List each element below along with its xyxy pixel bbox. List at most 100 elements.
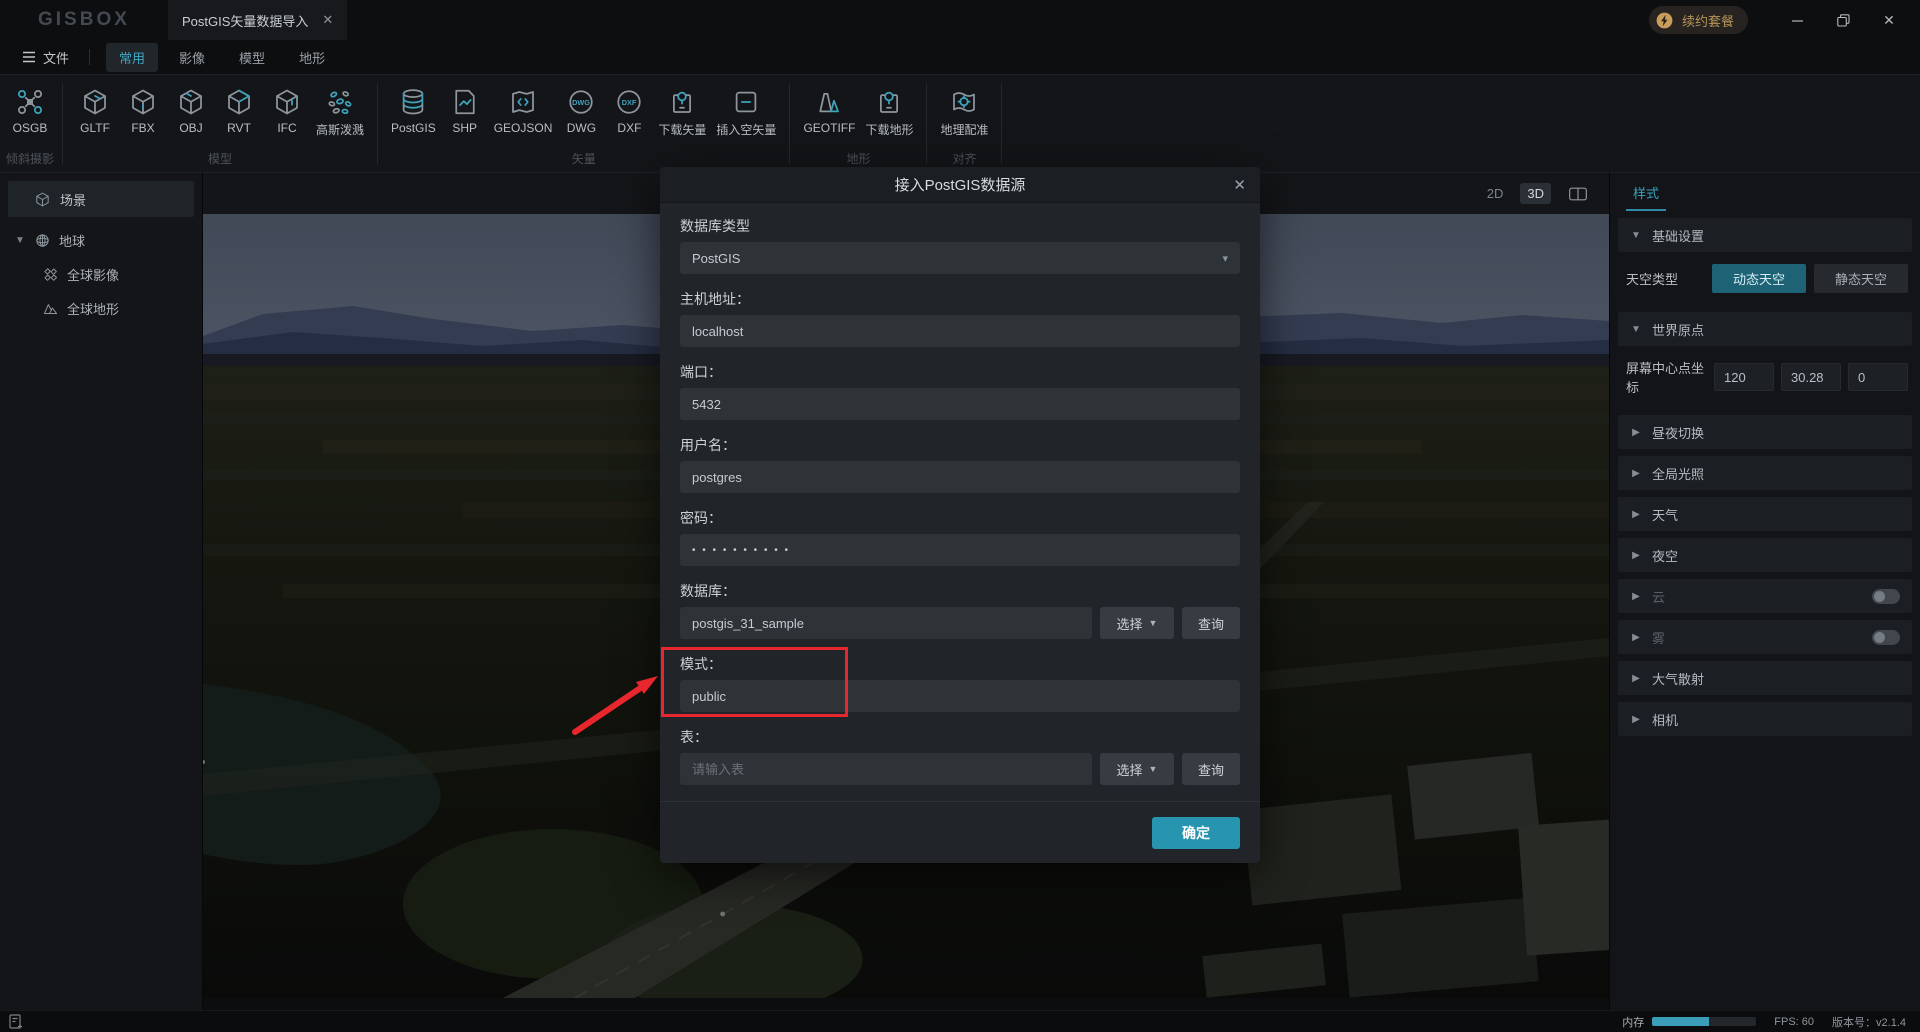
table-query-button[interactable]: 查询	[1182, 753, 1240, 785]
section-label: 天气	[1652, 505, 1678, 524]
ribbon-item-postgis[interactable]: PostGIS	[386, 81, 441, 148]
split-view-icon	[1568, 186, 1588, 202]
section-fog[interactable]: ▶ 雾	[1618, 620, 1912, 654]
scene-tree-item-global-terrain[interactable]: 全球地形	[0, 291, 202, 325]
scene-tree-item-label: 场景	[60, 190, 86, 209]
password-input[interactable]	[680, 534, 1240, 566]
coord-y-input[interactable]	[1781, 363, 1841, 391]
ok-button[interactable]: 确定	[1152, 817, 1240, 849]
database-icon	[398, 87, 428, 117]
section-night-sky[interactable]: ▶ 夜空	[1618, 538, 1912, 572]
menu-tab-terrain[interactable]: 地形	[286, 43, 338, 72]
renew-plan-button[interactable]: 续约套餐	[1649, 6, 1748, 34]
section-atmosphere[interactable]: ▶ 大气散射	[1618, 661, 1912, 695]
field-password: 密码：	[680, 509, 1240, 566]
lightning-icon	[1655, 11, 1674, 30]
scene-tree-item-global-imagery[interactable]: 全球影像	[0, 257, 202, 291]
section-world-origin[interactable]: ▼ 世界原点	[1618, 312, 1912, 346]
section-day-night[interactable]: ▶ 昼夜切换	[1618, 415, 1912, 449]
section-camera[interactable]: ▶ 相机	[1618, 702, 1912, 736]
caret-right-icon: ▶	[1630, 427, 1642, 438]
port-label: 端口：	[680, 363, 1240, 381]
ribbon-item-insert-empty-vector[interactable]: 插入空矢量	[711, 81, 781, 148]
ribbon-item-label: 插入空矢量	[716, 121, 776, 138]
database-input[interactable]	[680, 607, 1092, 639]
tab-close-icon[interactable]: ✕	[322, 12, 333, 28]
section-clouds[interactable]: ▶ 云	[1618, 579, 1912, 613]
ribbon-item-label: GEOJSON	[494, 121, 553, 135]
menu-tab-common[interactable]: 常用	[106, 43, 158, 72]
minimize-button[interactable]	[1774, 0, 1820, 40]
scene-tree-item-scene[interactable]: 场景	[8, 181, 194, 217]
section-weather[interactable]: ▶ 天气	[1618, 497, 1912, 531]
style-panel-tabbar: 样式	[1610, 173, 1920, 211]
clouds-toggle[interactable]	[1872, 589, 1900, 604]
log-note-icon[interactable]	[9, 1014, 23, 1030]
username-input[interactable]	[680, 461, 1240, 493]
pin-download-icon	[874, 87, 904, 117]
section-label: 雾	[1652, 628, 1665, 647]
caret-right-icon: ▶	[1630, 632, 1642, 643]
db-type-select[interactable]: PostGIS ▾	[680, 242, 1240, 274]
ribbon-item-osgb[interactable]: OSGB	[6, 81, 54, 148]
view-2d-button[interactable]: 2D	[1480, 183, 1511, 204]
menu-tab-model[interactable]: 模型	[226, 43, 278, 72]
db-type-value: PostGIS	[692, 251, 740, 266]
section-label: 相机	[1652, 710, 1678, 729]
fog-toggle[interactable]	[1872, 630, 1900, 645]
caret-down-icon[interactable]: ▼	[14, 235, 26, 246]
ribbon-item-georeference[interactable]: 地理配准	[935, 81, 993, 148]
ribbon-item-obj[interactable]: OBJ	[167, 81, 215, 148]
ribbon-item-dwg[interactable]: DWG DWG	[557, 81, 605, 148]
ribbon-separator	[1001, 83, 1002, 164]
table-input[interactable]	[680, 753, 1092, 785]
ribbon-item-geojson[interactable]: GEOJSON	[489, 81, 558, 148]
ribbon-item-fbx[interactable]: FBX	[119, 81, 167, 148]
ribbon-item-label: FBX	[131, 121, 154, 135]
table-select-button[interactable]: 选择 ▼	[1100, 753, 1174, 785]
ribbon-item-label: 下载地形	[865, 121, 913, 138]
dxf-circle-icon: DXF	[614, 87, 644, 117]
section-label: 云	[1652, 587, 1665, 606]
dynamic-sky-button[interactable]: 动态天空	[1712, 264, 1806, 293]
document-tab[interactable]: PostGIS矢量数据导入 ✕	[168, 0, 347, 40]
ribbon-item-shp[interactable]: SHP	[441, 81, 489, 148]
ribbon-group-caption: 模型	[208, 150, 232, 167]
ribbon-item-ifc[interactable]: IFC	[263, 81, 311, 148]
coord-x-input[interactable]	[1714, 363, 1774, 391]
database-query-button[interactable]: 查询	[1182, 607, 1240, 639]
dwg-badge: DWG	[573, 98, 591, 107]
file-menu-button[interactable]: 文件	[0, 48, 89, 67]
restore-button[interactable]	[1820, 0, 1866, 40]
close-button[interactable]: ✕	[1866, 0, 1912, 40]
map-crosshair-icon	[949, 87, 979, 117]
port-input[interactable]	[680, 388, 1240, 420]
section-label: 全局光照	[1652, 464, 1704, 483]
ribbon-item-gltf[interactable]: GLTF	[71, 81, 119, 148]
dialog-close-icon[interactable]: ✕	[1233, 167, 1246, 203]
split-view-button[interactable]	[1561, 183, 1595, 205]
section-global-illumination[interactable]: ▶ 全局光照	[1618, 456, 1912, 490]
ribbon-item-download-vector[interactable]: 下载矢量	[653, 81, 711, 148]
section-basic-settings[interactable]: ▼ 基础设置	[1618, 218, 1912, 252]
host-input[interactable]	[680, 315, 1240, 347]
ribbon-item-download-terrain[interactable]: 下载地形	[860, 81, 918, 148]
scene-tree-item-earth[interactable]: ▼ 地球	[0, 223, 202, 257]
ribbon-item-rvt[interactable]: RVT	[215, 81, 263, 148]
statusbar: 内存 FPS: 60 版本号：v2.1.4	[0, 1010, 1920, 1032]
dialog-titlebar: 接入PostGIS数据源 ✕	[660, 167, 1260, 203]
field-host: 主机地址：	[680, 290, 1240, 347]
tab-style[interactable]: 样式	[1626, 183, 1666, 211]
terrain-icon	[814, 87, 844, 117]
menu-tab-imagery[interactable]: 影像	[166, 43, 218, 72]
ribbon-item-geotiff[interactable]: GEOTIFF	[798, 81, 860, 148]
database-select-button[interactable]: 选择 ▼	[1100, 607, 1174, 639]
coord-z-input[interactable]	[1848, 363, 1908, 391]
ribbon-item-gaussian-splat[interactable]: 高斯泼溅	[311, 81, 369, 148]
static-sky-button[interactable]: 静态天空	[1814, 264, 1908, 293]
scene-tree-item-label: 全球影像	[67, 265, 119, 284]
ribbon-item-dxf[interactable]: DXF DXF	[605, 81, 653, 148]
memory-progress	[1652, 1017, 1756, 1026]
chevron-down-icon: ▼	[1149, 618, 1158, 628]
view-3d-button[interactable]: 3D	[1520, 183, 1551, 204]
